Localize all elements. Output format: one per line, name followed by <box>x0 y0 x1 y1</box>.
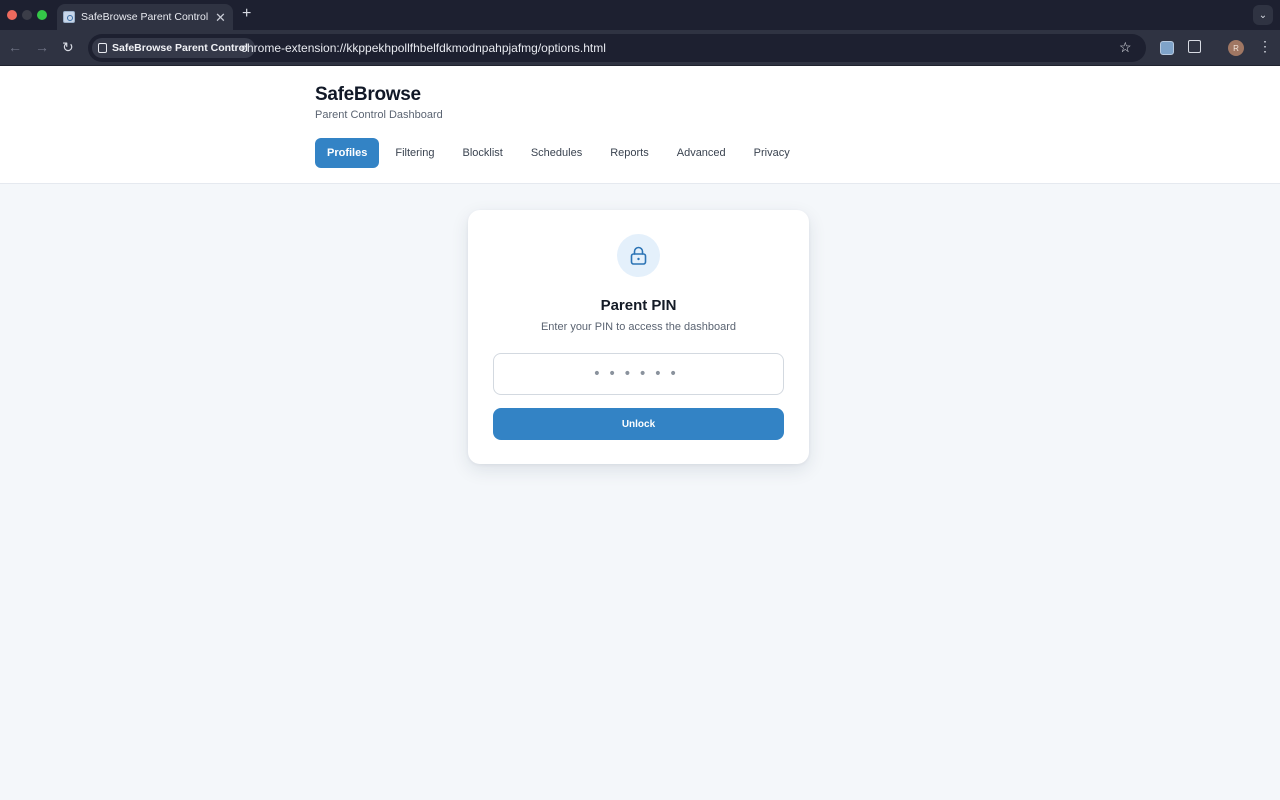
window-maximize-button[interactable] <box>37 10 47 20</box>
tab-reports[interactable]: Reports <box>597 138 662 168</box>
pin-title: Parent PIN <box>600 297 677 314</box>
app-title: SafeBrowse <box>315 84 421 105</box>
main-tabs: Profiles Filtering Blocklist Schedules R… <box>315 138 805 168</box>
tab-profiles[interactable]: Profiles <box>315 138 380 168</box>
new-tab-button[interactable]: + <box>242 6 251 22</box>
browser-tab-bar: SafeBrowse Parent Control - S ✕ + ⌄ <box>0 0 1280 30</box>
browser-tab[interactable]: SafeBrowse Parent Control - S ✕ <box>57 4 233 30</box>
page-header: SafeBrowse Parent Control Dashboard Prof… <box>0 66 1280 184</box>
pin-subtitle: Enter your PIN to access the dashboard <box>540 321 737 333</box>
back-arrow-icon[interactable]: ← <box>8 39 22 55</box>
bookmark-star-icon[interactable]: ☆ <box>1119 39 1132 55</box>
lock-badge <box>617 234 660 277</box>
browser-tab-title: SafeBrowse Parent Control - S <box>81 11 211 23</box>
extensions-puzzle-icon[interactable] <box>1188 40 1201 53</box>
tab-search-button[interactable]: ⌄ <box>1253 5 1273 25</box>
lock-icon <box>630 246 647 265</box>
site-info-chip[interactable]: SafeBrowse Parent Control <box>92 38 255 58</box>
extension-page-icon <box>98 43 107 53</box>
pin-card: Parent PIN Enter your PIN to access the … <box>468 210 809 464</box>
reload-icon[interactable]: ↻ <box>62 39 74 55</box>
tab-close-icon[interactable]: ✕ <box>215 11 226 24</box>
pin-input[interactable] <box>493 353 784 395</box>
window-minimize-button[interactable] <box>22 10 32 20</box>
tab-blocklist[interactable]: Blocklist <box>449 138 515 168</box>
tab-schedules[interactable]: Schedules <box>518 138 595 168</box>
profile-avatar[interactable]: R <box>1228 40 1244 56</box>
forward-arrow-icon[interactable]: → <box>35 39 49 55</box>
window-close-button[interactable] <box>7 10 17 20</box>
browser-menu-icon[interactable]: ⋮ <box>1258 38 1272 54</box>
site-chip-label: SafeBrowse Parent Control <box>112 42 248 54</box>
tab-filtering[interactable]: Filtering <box>382 138 447 168</box>
unlock-button[interactable]: Unlock <box>493 408 784 440</box>
favicon-icon <box>63 11 75 23</box>
browser-toolbar: ← → ↻ SafeBrowse Parent Control chrome-e… <box>0 30 1280 66</box>
tab-advanced[interactable]: Advanced <box>664 138 739 168</box>
extension-safebrowse-icon[interactable] <box>1160 41 1174 55</box>
app-subtitle: Parent Control Dashboard <box>315 109 443 121</box>
tab-privacy[interactable]: Privacy <box>741 138 803 168</box>
url-text[interactable]: chrome-extension://kkppekhpollfhbelfdkmo… <box>241 41 606 55</box>
address-bar[interactable]: SafeBrowse Parent Control chrome-extensi… <box>88 34 1146 62</box>
